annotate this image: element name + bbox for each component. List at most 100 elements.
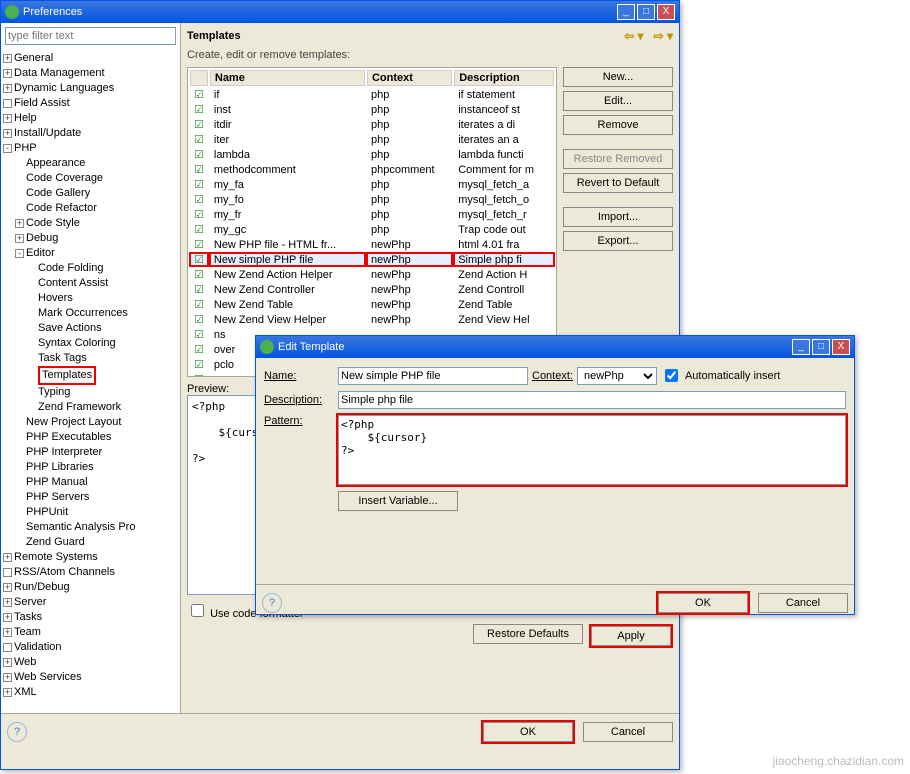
maximize-button[interactable]: □ xyxy=(637,4,655,20)
tree-node[interactable]: +Web Services xyxy=(1,670,180,685)
tree-node[interactable]: +Team xyxy=(1,625,180,640)
restore-removed-button[interactable]: Restore Removed xyxy=(563,149,673,169)
button-column: New... Edit... Remove Restore Removed Re… xyxy=(563,67,673,377)
tree-node[interactable]: -Editor xyxy=(1,246,180,261)
edit-button[interactable]: Edit... xyxy=(563,91,673,111)
preferences-titlebar[interactable]: Preferences _ □ X xyxy=(1,1,679,23)
minimize-button[interactable]: _ xyxy=(617,4,635,20)
revert-button[interactable]: Revert to Default xyxy=(563,173,673,193)
tree-node[interactable]: +Debug xyxy=(1,231,180,246)
insert-variable-button[interactable]: Insert Variable... xyxy=(338,491,458,511)
tree-node[interactable]: Mark Occurrences xyxy=(1,306,180,321)
name-input[interactable] xyxy=(338,367,528,385)
nav-arrows[interactable]: ⇦ ▾ ⇨ ▾ xyxy=(624,29,673,43)
tree-node[interactable]: Typing xyxy=(1,385,180,400)
context-select[interactable]: newPhp xyxy=(577,367,657,385)
table-row[interactable]: ☑New PHP file - HTML fr...newPhphtml 4.0… xyxy=(190,238,554,251)
table-row[interactable]: ☑lambdaphplambda functi xyxy=(190,148,554,161)
close-button[interactable]: X xyxy=(832,339,850,355)
tree-node[interactable]: +XML xyxy=(1,685,180,700)
tree-node[interactable]: RSS/Atom Channels xyxy=(1,565,180,580)
table-row[interactable]: ☑New simple PHP filenewPhpSimple php fi xyxy=(190,253,554,266)
filter-input[interactable] xyxy=(5,27,176,45)
restore-defaults-button[interactable]: Restore Defaults xyxy=(473,624,583,644)
tree-node[interactable]: Syntax Coloring xyxy=(1,336,180,351)
table-row[interactable]: ☑New Zend Action HelpernewPhpZend Action… xyxy=(190,268,554,281)
tree-node[interactable]: Code Gallery xyxy=(1,186,180,201)
tree-node[interactable]: +Tasks xyxy=(1,610,180,625)
tree-node[interactable]: +Run/Debug xyxy=(1,580,180,595)
dialog-title: Edit Template xyxy=(278,341,344,353)
export-button[interactable]: Export... xyxy=(563,231,673,251)
table-row[interactable]: ☑instphpinstanceof st xyxy=(190,103,554,116)
tree-node[interactable]: Code Folding xyxy=(1,261,180,276)
tree-node[interactable]: Code Coverage xyxy=(1,171,180,186)
tree-node[interactable]: Templates xyxy=(1,366,180,385)
tree-node[interactable]: +Help xyxy=(1,111,180,126)
new-button[interactable]: New... xyxy=(563,67,673,87)
tree-node[interactable]: Task Tags xyxy=(1,351,180,366)
tree-node[interactable]: Code Refactor xyxy=(1,201,180,216)
tree-node[interactable]: +Data Management xyxy=(1,66,180,81)
desc-input[interactable] xyxy=(338,391,846,409)
import-button[interactable]: Import... xyxy=(563,207,673,227)
table-row[interactable]: ☑my_fophpmysql_fetch_o xyxy=(190,193,554,206)
tree-node[interactable]: -PHP xyxy=(1,141,180,156)
tree-node[interactable]: New Project Layout xyxy=(1,415,180,430)
dialog-titlebar[interactable]: Edit Template _ □ X xyxy=(256,336,854,358)
pane-title: Templates xyxy=(187,30,241,42)
app-icon xyxy=(260,340,274,354)
table-row[interactable]: ☑New Zend ControllernewPhpZend Controll xyxy=(190,283,554,296)
tree-node[interactable]: PHP Executables xyxy=(1,430,180,445)
maximize-button[interactable]: □ xyxy=(812,339,830,355)
tree-node[interactable]: Zend Framework xyxy=(1,400,180,415)
close-button[interactable]: X xyxy=(657,4,675,20)
tree-node[interactable]: +Dynamic Languages xyxy=(1,81,180,96)
table-row[interactable]: ☑my_gcphpTrap code out xyxy=(190,223,554,236)
remove-button[interactable]: Remove xyxy=(563,115,673,135)
tree-node[interactable]: Semantic Analysis Pro xyxy=(1,520,180,535)
tree-node[interactable]: PHPUnit xyxy=(1,505,180,520)
table-row[interactable]: ☑my_faphpmysql_fetch_a xyxy=(190,178,554,191)
help-icon[interactable]: ? xyxy=(262,593,282,613)
tree-node[interactable]: Zend Guard xyxy=(1,535,180,550)
table-row[interactable]: ☑New Zend TablenewPhpZend Table xyxy=(190,298,554,311)
tree-node[interactable]: +Install/Update xyxy=(1,126,180,141)
minimize-button[interactable]: _ xyxy=(792,339,810,355)
tree-node[interactable]: Appearance xyxy=(1,156,180,171)
tree-node[interactable]: +Web xyxy=(1,655,180,670)
apply-button[interactable]: Apply xyxy=(591,626,671,646)
tree-node[interactable]: Save Actions xyxy=(1,321,180,336)
tree-node[interactable]: Validation xyxy=(1,640,180,655)
tree-node[interactable]: PHP Servers xyxy=(1,490,180,505)
tree-node[interactable]: Field Assist xyxy=(1,96,180,111)
tree-node[interactable]: PHP Libraries xyxy=(1,460,180,475)
tree-node[interactable]: +General xyxy=(1,51,180,66)
cancel-button[interactable]: Cancel xyxy=(583,722,673,742)
tree-node[interactable]: +Code Style xyxy=(1,216,180,231)
table-row[interactable]: ☑methodcommentphpcommentComment for m xyxy=(190,163,554,176)
auto-insert-checkbox[interactable] xyxy=(665,369,678,382)
table-row[interactable]: ☑iterphpiterates an a xyxy=(190,133,554,146)
tree-node[interactable]: Content Assist xyxy=(1,276,180,291)
watermark: jiaocheng.chazidian.com xyxy=(773,754,904,768)
ok-button[interactable]: OK xyxy=(483,722,573,742)
templates-table[interactable]: NameContextDescription☑ifphpif statement… xyxy=(188,68,556,377)
nav-tree[interactable]: +General+Data Management+Dynamic Languag… xyxy=(1,49,180,713)
tree-node[interactable]: +Remote Systems xyxy=(1,550,180,565)
table-row[interactable]: ☑ifphpif statement xyxy=(190,88,554,101)
table-row[interactable]: ☑my_frphpmysql_fetch_r xyxy=(190,208,554,221)
tree-node[interactable]: PHP Manual xyxy=(1,475,180,490)
table-row[interactable]: ☑New Zend View HelpernewPhpZend View Hel xyxy=(190,313,554,326)
help-icon[interactable]: ? xyxy=(7,722,27,742)
use-formatter-checkbox[interactable] xyxy=(191,604,204,617)
tree-node[interactable]: PHP Interpreter xyxy=(1,445,180,460)
tree-node[interactable]: +Server xyxy=(1,595,180,610)
tree-node[interactable]: Hovers xyxy=(1,291,180,306)
preview-label: Preview: xyxy=(187,383,229,395)
table-row[interactable]: ☑itdirphpiterates a di xyxy=(190,118,554,131)
pattern-label: Pattern: xyxy=(264,415,334,427)
pattern-input[interactable]: <?php ${cursor} ?> xyxy=(338,415,846,485)
dialog-cancel-button[interactable]: Cancel xyxy=(758,593,848,613)
dialog-ok-button[interactable]: OK xyxy=(658,593,748,613)
